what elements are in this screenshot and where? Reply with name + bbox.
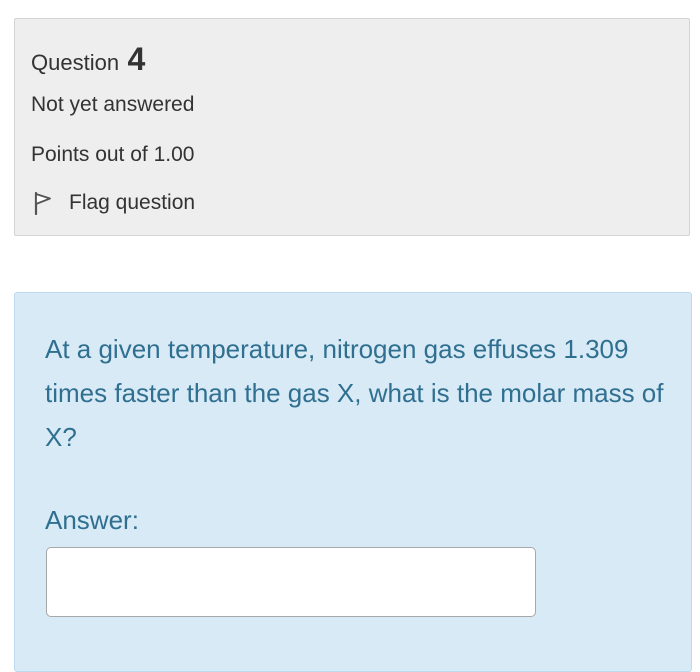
question-content-panel: At a given temperature, nitrogen gas eff… [14,292,692,672]
question-grade: Points out of 1.00 [31,143,195,166]
answer-label: Answer: [45,505,139,535]
question-state: Not yet answered [31,93,195,116]
flag-icon [33,191,53,216]
question-info-panel: Question 4 Not yet answered Points out o… [14,18,690,236]
question-number: 4 [127,41,146,77]
question-label: Question [31,50,120,75]
question-text: At a given temperature, nitrogen gas eff… [45,334,664,452]
answer-input[interactable] [46,547,536,617]
flag-question-button[interactable]: Flag question [33,191,196,216]
question-heading: Question 4 [31,41,145,78]
flag-question-label: Flag question [69,191,196,214]
